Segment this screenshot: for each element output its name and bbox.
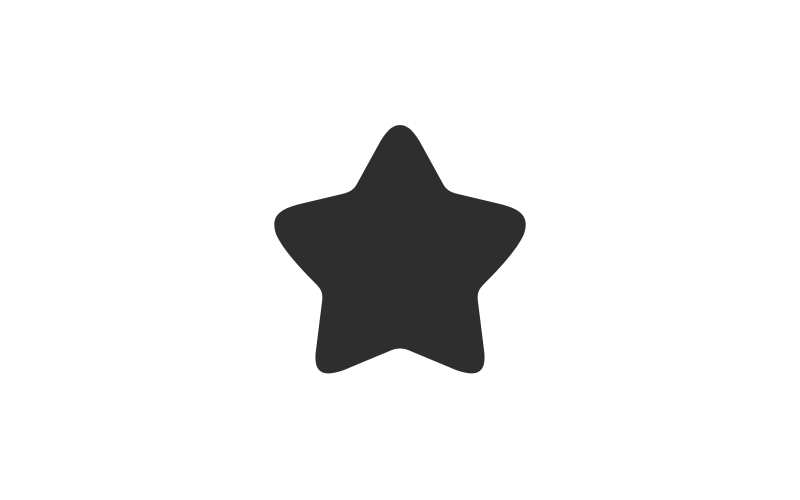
canvas xyxy=(0,0,800,500)
star-icon-svg xyxy=(274,125,526,374)
star-icon xyxy=(270,120,530,380)
star-shape xyxy=(274,125,526,374)
